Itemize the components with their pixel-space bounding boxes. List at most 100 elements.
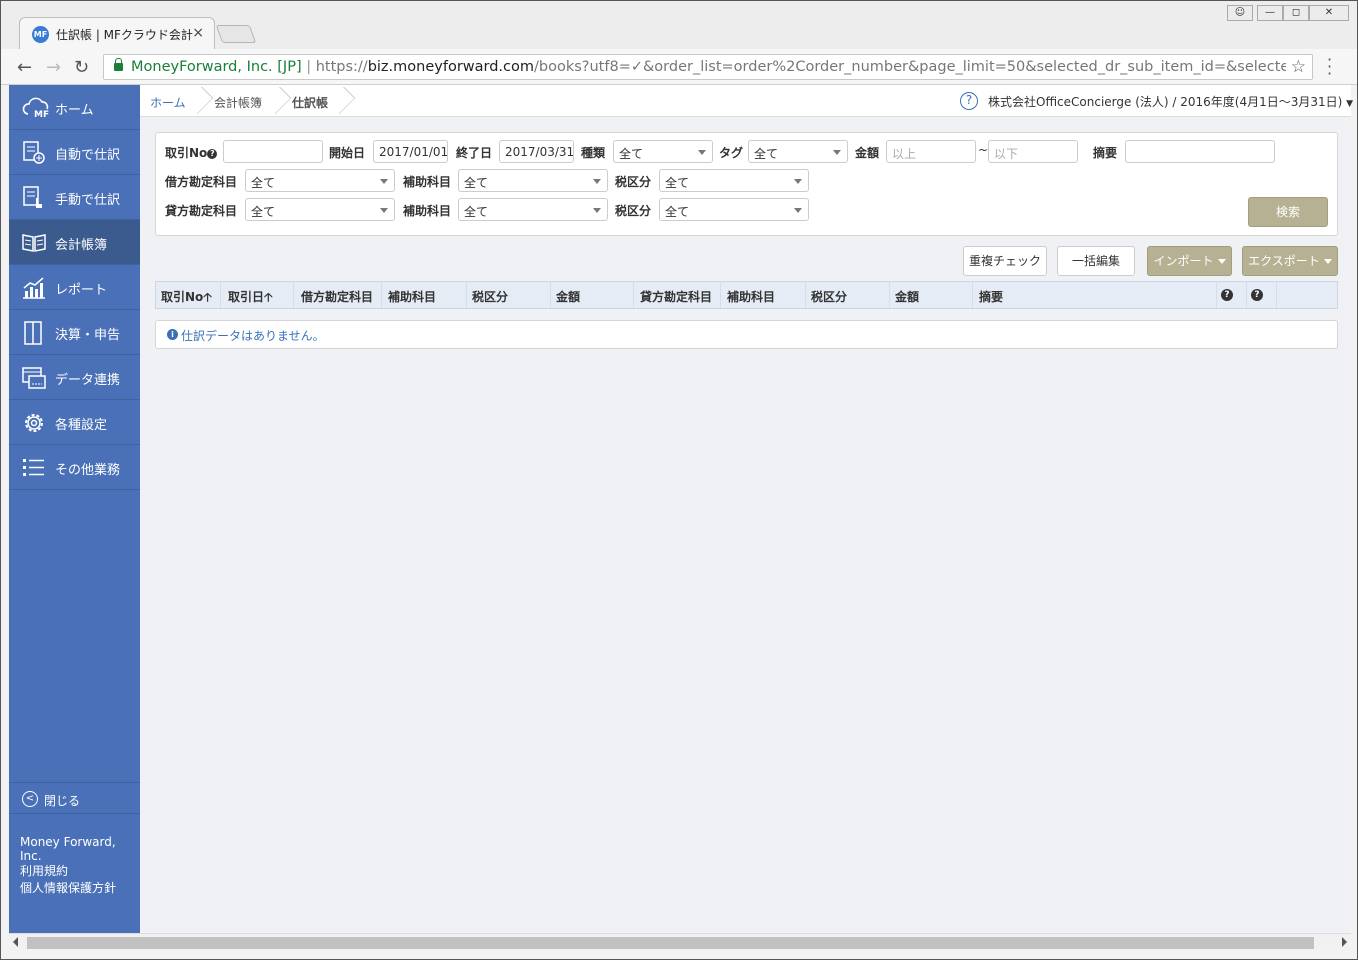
col-dr-amount: 金額 [556,290,581,304]
bookmark-star-icon[interactable]: ☆ [1291,57,1306,77]
list-icon [23,459,44,476]
cr-sub-select[interactable]: 全て [458,198,608,221]
sidebar-item-label: 手動で仕訳 [55,193,121,208]
column-divider [220,282,221,308]
new-tab-button[interactable] [215,25,257,43]
import-button[interactable]: インポート [1147,246,1232,276]
chart-icon [23,277,45,299]
bulk-edit-button[interactable]: 一括編集 [1057,246,1135,276]
dr-account-label: 借方勘定科目 [165,175,238,189]
col-cr-account: 貸方勘定科目 [640,290,713,304]
sidebar-item-settings[interactable]: 各種設定 [9,400,140,445]
question-icon[interactable]: ? [207,148,218,159]
memo-input[interactable] [1125,140,1275,163]
tab-close-icon[interactable]: × [192,25,204,41]
cloud-mf-icon: MF [22,97,49,119]
col-trans-no[interactable]: 取引No🡡 [161,288,212,309]
amount-min-input[interactable]: 以上 [886,140,976,163]
sidebar: MF ホーム 自動で仕訳 手動で仕訳 会計帳簿 レポート 決算・申告 データ連携… [9,85,140,933]
col-cr-amount: 金額 [895,290,920,304]
book-icon [22,234,46,252]
end-date-input[interactable]: 2017/03/31 [499,140,574,163]
column-divider [1276,282,1277,308]
col-dr-account: 借方勘定科目 [301,290,374,304]
breadcrumb-books[interactable]: 会計帳簿 [214,94,262,111]
amount-max-input[interactable]: 以下 [988,140,1078,163]
browser-tab[interactable]: MF 仕訳帳 | MFクラウド会計 × [19,17,215,49]
reload-icon[interactable]: ↻ [74,57,89,78]
scroll-thumb[interactable] [27,937,1314,949]
breadcrumb-home[interactable]: ホーム [150,94,186,111]
duplicate-check-button[interactable]: 重複チェック [963,246,1047,276]
browser-menu-icon[interactable]: · · · [1327,52,1332,82]
url-bar[interactable]: MoneyForward, Inc. [JP] | https://biz.mo… [103,54,1313,80]
sidebar-item-label: 会計帳簿 [55,238,108,253]
caret-down-icon [1323,259,1332,264]
chevron-left-icon: < [22,791,38,807]
type-select[interactable]: 全て [613,140,713,163]
url-scheme: https:// [315,59,368,75]
sidebar-item-auto-journal[interactable]: 自動で仕訳 [9,130,140,175]
sidebar-item-other[interactable]: その他業務 [9,445,140,490]
manual-journal-icon [23,186,42,208]
data-link-icon [22,367,46,389]
trans-no-input[interactable] [223,140,323,163]
column-divider [466,282,467,308]
amount-separator: ~ [978,143,989,157]
col-cr-sub: 補助科目 [727,290,776,304]
sidebar-item-settlement[interactable]: 決算・申告 [9,310,140,355]
export-label: エクスポート [1248,254,1320,268]
sidebar-item-home[interactable]: MF ホーム [9,85,140,130]
column-divider [720,282,721,308]
horizontal-scrollbar[interactable] [9,933,1351,951]
dr-account-select[interactable]: 全て [245,169,395,192]
caret-down-icon [1217,259,1226,264]
sidebar-item-label: 決算・申告 [55,328,121,343]
binder-icon [24,321,42,345]
scroll-right-arrow-icon[interactable] [1342,937,1347,947]
dr-tax-label: 税区分 [615,175,652,189]
col-dr-sub: 補助科目 [388,290,437,304]
url-text: MoneyForward, Inc. [JP] | https://biz.mo… [131,59,1286,75]
tag-select[interactable]: 全て [748,140,848,163]
start-date-input[interactable]: 2017/01/01 [373,140,448,163]
dr-account-value: 全て [251,176,276,190]
sidebar-item-books[interactable]: 会計帳簿 [9,220,140,265]
sidebar-item-label: データ連携 [55,373,121,388]
sort-up-arrow-icon: 🡡 [264,290,273,304]
journal-table-header: 取引No🡡 取引日🡡 借方勘定科目 補助科目 税区分 金額 貸方勘定科目 補助科… [155,281,1338,309]
sidebar-close-button[interactable]: < 閉じる [9,782,140,814]
sidebar-item-data-link[interactable]: データ連携 [9,355,140,400]
close-window-icon[interactable]: ✕ [1309,5,1349,21]
privacy-link[interactable]: 個人情報保護方針 [20,879,116,896]
url-org: MoneyForward, Inc. [JP] [131,59,302,75]
caret-down-icon: ▼ [1346,99,1354,109]
export-button[interactable]: エクスポート [1242,246,1338,276]
minimize-icon[interactable]: — [1257,5,1283,21]
company-fiscal-selector[interactable]: 株式会社OfficeConcierge (法人) / 2016年度(4月1日～3… [988,93,1353,110]
search-button[interactable]: 検索 [1248,197,1328,227]
memo-label: 摘要 [1093,146,1118,160]
dr-sub-label: 補助科目 [403,175,452,189]
maximize-icon[interactable]: ◻ [1283,5,1309,21]
dr-tax-select[interactable]: 全て [659,169,809,192]
forward-arrow-icon[interactable]: → [46,57,61,78]
col-cr-tax: 税区分 [811,290,848,304]
profile-icon[interactable]: ☺ [1227,5,1253,21]
cr-tax-select[interactable]: 全て [659,198,809,221]
cr-account-select[interactable]: 全て [245,198,395,221]
breadcrumb-chevron-icon [272,85,286,117]
help-icon[interactable]: ? [960,92,978,110]
back-arrow-icon[interactable]: ← [17,57,32,78]
sidebar-item-report[interactable]: レポート [9,265,140,310]
col-date[interactable]: 取引日🡡 [228,288,273,309]
question-icon[interactable]: ? [1251,289,1263,301]
terms-link[interactable]: 利用規約 [20,862,68,879]
url-host: biz.moneyforward.com [367,59,535,75]
sidebar-item-manual-journal[interactable]: 手動で仕訳 [9,175,140,220]
dr-sub-select[interactable]: 全て [458,169,608,192]
scroll-left-arrow-icon[interactable] [13,937,18,947]
lock-icon [114,58,123,71]
question-icon[interactable]: ? [1221,289,1233,301]
sidebar-item-label: 各種設定 [55,418,108,433]
